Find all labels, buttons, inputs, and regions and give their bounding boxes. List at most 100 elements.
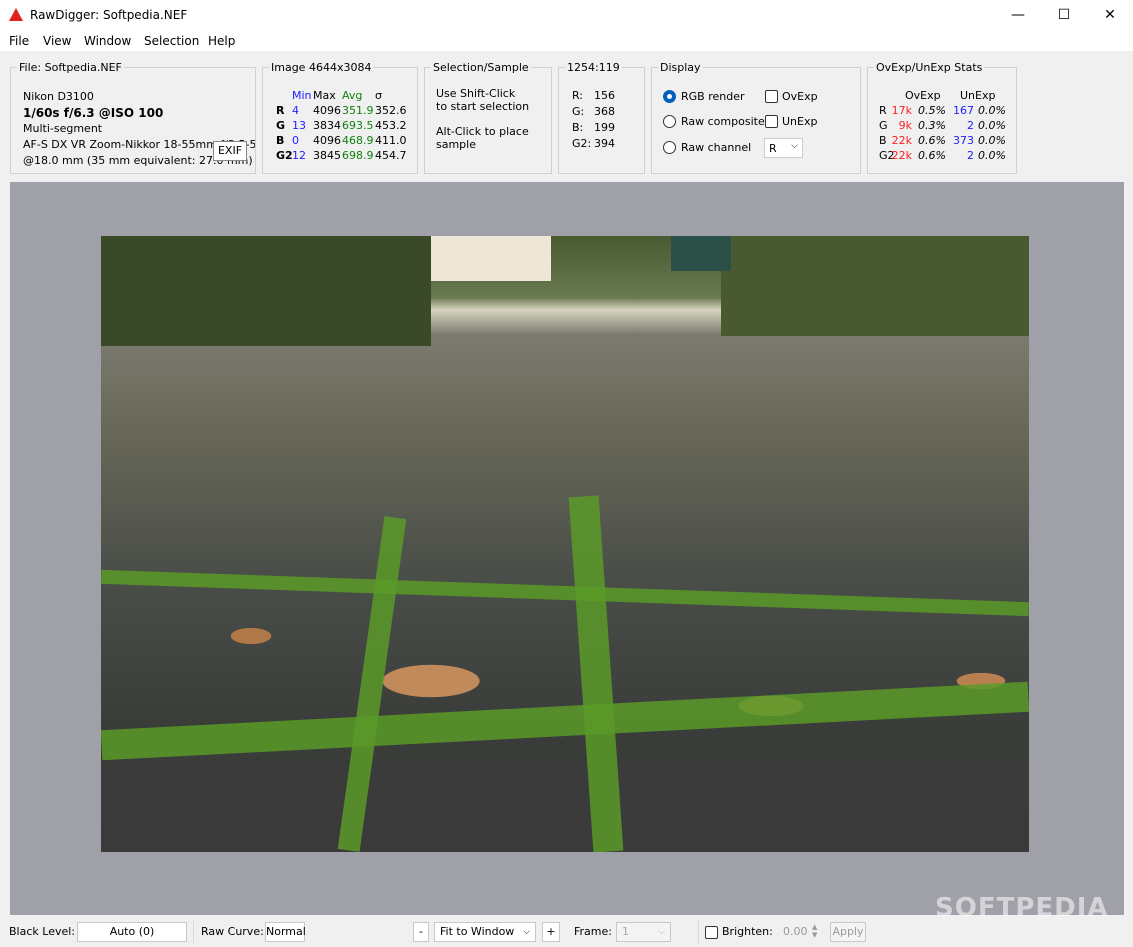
max-value: 3845 [313, 149, 341, 162]
channel-label: G2 [276, 149, 293, 162]
raw-curve-label: Raw Curve: [201, 925, 264, 938]
file-panel: File: Softpedia.NEF Nikon D3100 1/60s f/… [10, 61, 256, 174]
selection-panel-label: Selection/Sample [431, 61, 531, 74]
ovexp-label[interactable]: OvExp [782, 90, 818, 103]
avg-value: 693.5 [342, 119, 374, 132]
brighten-label: Brighten: [722, 925, 773, 938]
frame-value: 1 [622, 925, 629, 938]
ovexp-percent: 0.5% [918, 104, 946, 117]
brighten-checkbox[interactable] [705, 926, 718, 939]
unexp-percent: 0.0% [978, 149, 1006, 162]
sample-channel: B: [572, 121, 584, 134]
stats-channel: G [879, 119, 888, 132]
app-logo-icon [9, 8, 23, 21]
menu-view[interactable]: View [43, 34, 71, 48]
black-level-label: Black Level: [9, 925, 75, 938]
exif-button[interactable]: EXIF [213, 141, 247, 161]
max-value: 4096 [313, 134, 341, 147]
avg-value: 698.9 [342, 149, 374, 162]
header-min: Min [292, 89, 312, 102]
channel-select[interactable]: R ⌵ [764, 138, 803, 158]
sigma-value: 352.6 [375, 104, 407, 117]
brighten-value[interactable]: 0.00 [783, 925, 808, 938]
zoom-out-button[interactable]: - [413, 922, 429, 942]
raw-curve-button[interactable]: Normal [265, 922, 306, 942]
photo-sky [411, 236, 551, 281]
minimize-button[interactable]: — [995, 0, 1041, 31]
radio-raw-composite[interactable] [663, 115, 676, 128]
unexp-count: 2 [967, 119, 974, 132]
stats-channel: R [879, 104, 887, 117]
photo-hedge-left [101, 236, 431, 346]
max-value: 3834 [313, 119, 341, 132]
sample-value: 199 [594, 121, 615, 134]
photo-grass [568, 495, 624, 852]
stats-channel: B [879, 134, 887, 147]
title-bar: RawDigger: Softpedia.NEF — ☐ ✕ [0, 0, 1133, 31]
divider [193, 921, 194, 943]
radio-raw-channel[interactable] [663, 141, 676, 154]
chevron-down-icon: ⌵ [523, 927, 530, 937]
black-level-button[interactable]: Auto (0) [77, 922, 187, 942]
header-unexp: UnExp [960, 89, 996, 102]
unexp-percent: 0.0% [978, 119, 1006, 132]
unexp-label[interactable]: UnExp [782, 115, 817, 128]
min-value: 0 [292, 134, 299, 147]
sample-value: 156 [594, 89, 615, 102]
radio-rgb-render[interactable] [663, 90, 676, 103]
menu-window[interactable]: Window [84, 34, 131, 48]
unexp-count: 373 [953, 134, 974, 147]
selection-hint: to start selection [436, 100, 530, 113]
channel-label: B [276, 134, 285, 147]
exposure: 1/60s f/6.3 @ISO 100 [23, 106, 164, 120]
sample-value: 368 [594, 105, 615, 118]
zoom-value: Fit to Window [440, 925, 515, 938]
photo-grass [337, 516, 407, 852]
ovexp-count: 9k [898, 119, 912, 132]
menu-file[interactable]: File [9, 34, 29, 48]
avg-value: 351.9 [342, 104, 374, 117]
sigma-value: 411.0 [375, 134, 407, 147]
menu-selection[interactable]: Selection [144, 34, 199, 48]
sigma-value: 453.2 [375, 119, 407, 132]
ovexp-count: 22k [891, 134, 912, 147]
unexp-count: 2 [967, 149, 974, 162]
divider [698, 921, 699, 943]
menu-help[interactable]: Help [208, 34, 235, 48]
unexp-checkbox[interactable] [765, 115, 778, 128]
sample-channel: R: [572, 89, 584, 102]
photo-grass [101, 569, 1029, 617]
sample-hint: sample [436, 138, 476, 151]
rgb-render-label[interactable]: RGB render [681, 90, 745, 103]
unexp-count: 167 [953, 104, 974, 117]
image-panel: Image 4644x3084 Min Max Avg σ R 4 4096 351.… [262, 61, 418, 174]
apply-button[interactable]: Apply [830, 922, 866, 942]
sample-channel: G2: [572, 137, 592, 150]
ovexp-percent: 0.6% [918, 149, 946, 162]
zoom-select[interactable]: Fit to Window ⌵ [434, 922, 536, 942]
raw-photo-preview[interactable] [101, 236, 1029, 852]
raw-composite-label[interactable]: Raw composite [681, 115, 765, 128]
file-panel-label: File: Softpedia.NEF [17, 61, 124, 74]
camera: Nikon D3100 [23, 90, 94, 103]
spinner-arrows-icon[interactable]: ▲ ▼ [812, 923, 817, 939]
close-button[interactable]: ✕ [1087, 0, 1133, 31]
zoom-in-button[interactable]: + [542, 922, 560, 942]
sample-panel: 1254:119 R: 156 G: 368 B: 199 G2: 394 [558, 61, 645, 174]
min-value: 13 [292, 119, 306, 132]
softpedia-watermark: SOFTPEDIA [935, 893, 1109, 923]
raw-channel-label[interactable]: Raw channel [681, 141, 751, 154]
window-title: RawDigger: Softpedia.NEF [30, 8, 188, 22]
sigma-value: 454.7 [375, 149, 407, 162]
frame-select[interactable]: 1 ⌵ [616, 922, 671, 942]
sample-coordinates: 1254:119 [565, 61, 622, 74]
unexp-percent: 0.0% [978, 104, 1006, 117]
sample-channel: G: [572, 105, 585, 118]
photo-hedge-right [721, 236, 1029, 336]
header-max: Max [313, 89, 336, 102]
maximize-button[interactable]: ☐ [1041, 0, 1087, 31]
ovexp-checkbox[interactable] [765, 90, 778, 103]
min-value: 4 [292, 104, 299, 117]
ovexp-percent: 0.6% [918, 134, 946, 147]
display-panel-label: Display [658, 61, 703, 74]
